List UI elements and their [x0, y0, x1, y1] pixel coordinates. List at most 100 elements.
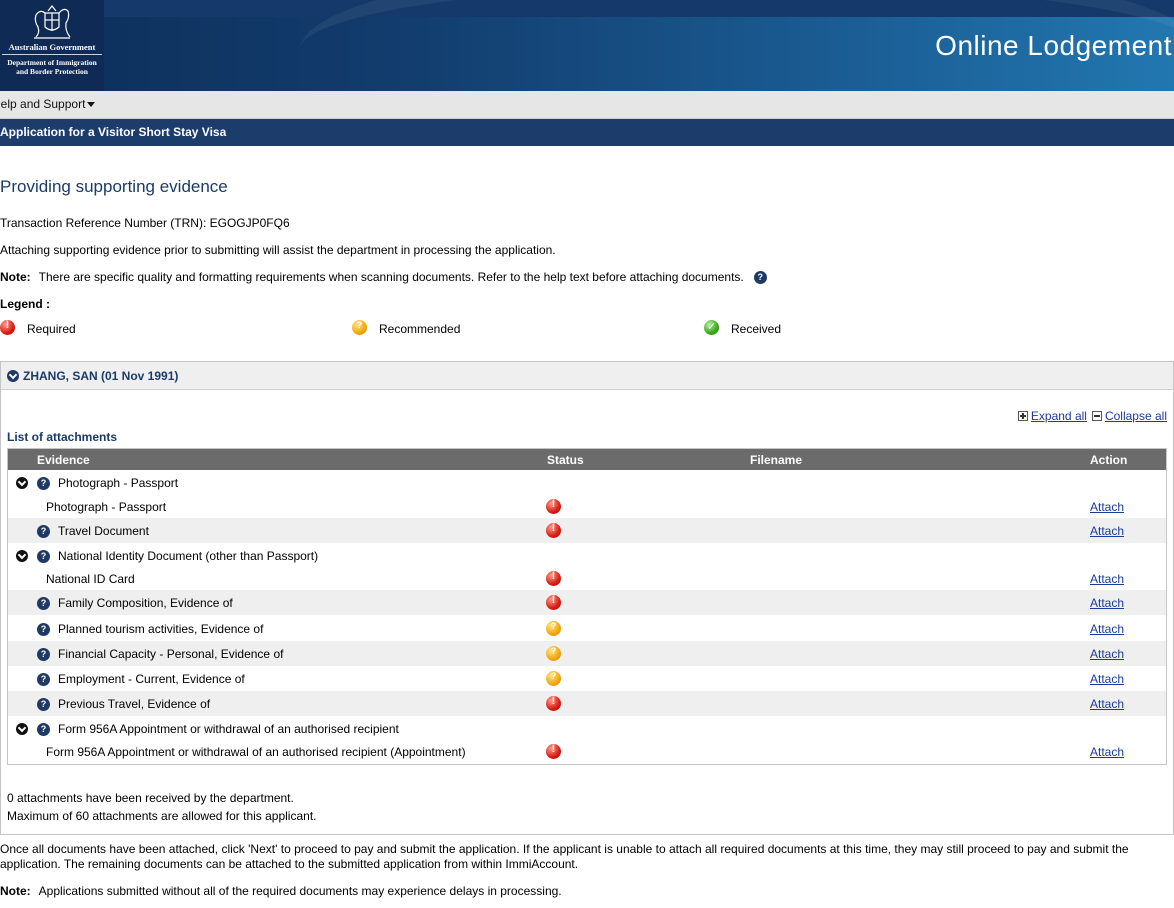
- evidence-label: Travel Document: [58, 524, 149, 538]
- table-row: ? Employment - Current, Evidence of Attach: [8, 666, 1166, 691]
- attach-link[interactable]: Attach: [1090, 697, 1124, 711]
- note-text: Applications submitted without all of th…: [38, 884, 562, 898]
- attach-link[interactable]: Attach: [1090, 500, 1124, 514]
- delay-note: Note: Applications submitted without all …: [0, 884, 562, 898]
- help-icon[interactable]: ?: [37, 525, 50, 538]
- recommended-status-icon: [546, 671, 561, 686]
- table-row: ? Photograph - Passport: [8, 470, 1166, 495]
- table-row: National ID Card Attach: [8, 566, 1166, 591]
- help-icon[interactable]: ?: [753, 271, 767, 285]
- column-action: Action: [1090, 453, 1128, 467]
- table-row: Photograph - Passport Attach: [8, 494, 1166, 519]
- required-status-icon: [546, 695, 561, 711]
- header-banner: Australian Government Department of Immi…: [0, 0, 1174, 91]
- expand-collapse-controls: Expand all Collapse all: [1017, 409, 1167, 423]
- legend-required: Required: [0, 318, 76, 336]
- help-icon[interactable]: ?: [37, 477, 50, 490]
- intro-text: Attaching supporting evidence prior to s…: [0, 243, 556, 257]
- table-row: ? Family Composition, Evidence of Attach: [8, 590, 1166, 615]
- required-status-icon: [546, 522, 561, 538]
- attach-link[interactable]: Attach: [1090, 745, 1124, 759]
- collapse-icon: [1091, 411, 1102, 421]
- evidence-label: Photograph - Passport: [58, 476, 179, 490]
- government-crest: Australian Government Department of Immi…: [0, 0, 104, 91]
- evidence-label: Financial Capacity - Personal, Evidence …: [58, 647, 284, 661]
- help-support-menu[interactable]: Help and Support: [0, 97, 96, 111]
- note-label: Note:: [0, 884, 31, 898]
- column-evidence: Evidence: [37, 453, 90, 467]
- table-row: Form 956A Appointment or withdrawal of a…: [8, 739, 1166, 764]
- coat-of-arms-icon: [34, 5, 71, 39]
- collapse-all-link[interactable]: Collapse all: [1105, 409, 1167, 423]
- evidence-label: Family Composition, Evidence of: [58, 596, 233, 610]
- help-support-label: Help and Support: [0, 97, 86, 111]
- note-text: There are specific quality and formattin…: [38, 270, 744, 284]
- evidence-label: National Identity Document (other than P…: [58, 549, 319, 563]
- chevron-down-icon[interactable]: [7, 370, 19, 382]
- legend-received: Received: [704, 318, 781, 336]
- note-label: Note:: [0, 270, 31, 284]
- required-icon: [0, 319, 15, 335]
- applicant-name: ZHANG, SAN (01 Nov 1991): [23, 369, 179, 383]
- attach-link[interactable]: Attach: [1090, 572, 1124, 586]
- chevron-down-icon[interactable]: [16, 477, 28, 489]
- max-summary: Maximum of 60 attachments are allowed fo…: [7, 809, 317, 823]
- required-status-icon: [546, 570, 561, 586]
- evidence-label: Form 956A Appointment or withdrawal of a…: [46, 745, 466, 759]
- attach-link[interactable]: Attach: [1090, 647, 1124, 661]
- legend-label: Legend :: [0, 297, 50, 311]
- table-row: ? Planned tourism activities, Evidence of…: [8, 616, 1166, 641]
- recommended-status-icon: [546, 646, 561, 661]
- recommended-status-icon: [546, 621, 561, 636]
- required-status-icon: [546, 498, 561, 514]
- table-row: ? Travel Document Attach: [8, 518, 1166, 543]
- page-title: Providing supporting evidence: [0, 177, 228, 196]
- caret-down-icon: [87, 102, 96, 108]
- legend-recommended: Recommended: [352, 318, 460, 336]
- expand-all-link[interactable]: Expand all: [1031, 409, 1087, 423]
- evidence-label: Employment - Current, Evidence of: [58, 672, 245, 686]
- evidence-label: Previous Travel, Evidence of: [58, 697, 211, 711]
- app-title: Online Lodgement: [935, 30, 1172, 61]
- scanning-note: Note: There are specific quality and form…: [0, 270, 767, 285]
- received-icon: [704, 319, 719, 335]
- applicant-panel: ZHANG, SAN (01 Nov 1991) Expand all Colla…: [0, 361, 1174, 835]
- evidence-label: National ID Card: [46, 572, 135, 586]
- help-icon[interactable]: ?: [37, 698, 50, 711]
- attach-link[interactable]: Attach: [1090, 672, 1124, 686]
- table-row: ? National Identity Document (other than …: [8, 543, 1166, 568]
- application-title: Application for a Visitor Short Stay Vis…: [0, 125, 227, 139]
- table-header: Evidence Status Filename Action: [8, 449, 1166, 470]
- department-line-2: and Border Protection: [16, 67, 88, 76]
- applicant-panel-header[interactable]: ZHANG, SAN (01 Nov 1991): [1, 362, 1173, 390]
- help-icon[interactable]: ?: [37, 550, 50, 563]
- table-row: ? Previous Travel, Evidence of Attach: [8, 691, 1166, 716]
- gov-name: Australian Government: [8, 42, 96, 52]
- evidence-label: Photograph - Passport: [46, 500, 167, 514]
- required-status-icon: [546, 743, 561, 759]
- help-icon[interactable]: ?: [37, 623, 50, 636]
- chevron-down-icon[interactable]: [16, 550, 28, 562]
- required-status-icon: [546, 594, 561, 610]
- attach-link[interactable]: Attach: [1090, 524, 1124, 538]
- legend-recommended-label: Recommended: [379, 322, 461, 336]
- attach-link[interactable]: Attach: [1090, 596, 1124, 610]
- trn-text: Transaction Reference Number (TRN): EGOG…: [0, 216, 290, 230]
- legend-required-label: Required: [27, 322, 76, 336]
- department-line-1: Department of Immigration: [7, 58, 97, 67]
- evidence-label: Planned tourism activities, Evidence of: [58, 622, 264, 636]
- department-name: Department of Immigration and Border Pro…: [0, 58, 104, 76]
- chevron-down-icon[interactable]: [16, 723, 28, 735]
- received-summary: 0 attachments have been received by the …: [7, 791, 294, 805]
- recommended-icon: [352, 319, 367, 335]
- evidence-label: Form 956A Appointment or withdrawal of a…: [58, 722, 399, 736]
- help-icon[interactable]: ?: [37, 648, 50, 661]
- attach-link[interactable]: Attach: [1090, 622, 1124, 636]
- help-icon[interactable]: ?: [37, 723, 50, 736]
- submission-instructions: Once all documents have been attached, c…: [0, 842, 1129, 871]
- table-row: ? Financial Capacity - Personal, Evidence…: [8, 641, 1166, 666]
- help-icon[interactable]: ?: [37, 673, 50, 686]
- menu-bar: Help and Support: [0, 91, 1174, 119]
- column-filename: Filename: [750, 453, 803, 467]
- help-icon[interactable]: ?: [37, 597, 50, 610]
